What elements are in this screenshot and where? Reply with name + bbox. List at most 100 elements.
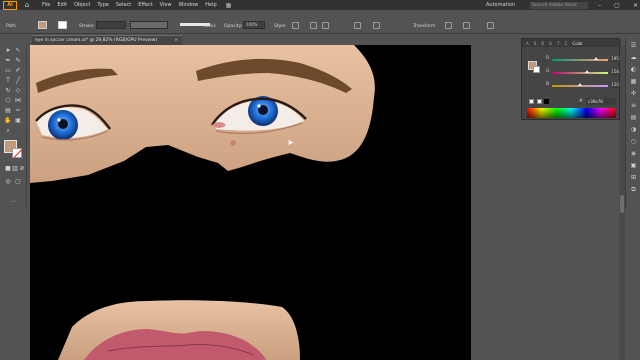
close-tab-icon[interactable]: × xyxy=(174,36,178,45)
tab-appearance[interactable]: A xyxy=(526,41,529,46)
hand-tool-icon[interactable]: ✋ xyxy=(4,117,12,125)
menu-window[interactable]: Window xyxy=(179,2,199,8)
gradient-tool-icon[interactable]: ▤ xyxy=(4,107,12,115)
pen-tool-icon[interactable]: ✒ xyxy=(4,57,12,65)
blue-value-field[interactable]: 120 xyxy=(610,82,620,88)
recolor-icon[interactable] xyxy=(310,22,317,29)
draw-normal-icon[interactable]: ◎ xyxy=(4,178,12,186)
align-icon[interactable] xyxy=(322,22,329,29)
brush-tool-icon[interactable]: ✐ xyxy=(14,67,22,75)
selection-type-label: Path xyxy=(6,24,16,29)
illustrator-logo: Ai xyxy=(3,0,17,10)
swatches-icon[interactable]: ▦ xyxy=(629,78,638,86)
isolate-icon[interactable] xyxy=(445,22,452,29)
close-icon[interactable]: ✕ xyxy=(633,2,638,9)
home-icon[interactable]: ⌂ xyxy=(22,1,32,9)
gradient-panel-icon[interactable]: ▤ xyxy=(629,114,638,122)
stroke-swatch[interactable] xyxy=(58,21,67,29)
menu-edit[interactable]: Edit xyxy=(57,2,67,8)
eyedropper-tool-icon[interactable]: ✑ xyxy=(14,107,22,115)
document-tab[interactable]: eye in soccer cream.ai* @ 29,82% (RGB/GP… xyxy=(32,35,182,45)
brushes-icon[interactable]: ✣ xyxy=(629,90,638,98)
main-menu: File Edit Object Type Select Effect View… xyxy=(42,2,224,8)
transparency-icon[interactable]: ◑ xyxy=(629,126,638,134)
minimize-icon[interactable]: – xyxy=(598,2,601,9)
red-channel-label: R xyxy=(546,56,550,61)
variable-width-field[interactable] xyxy=(130,21,168,29)
workspace-switcher[interactable]: Automation xyxy=(486,0,515,10)
style-label: Style: xyxy=(274,24,287,29)
red-slider-knob[interactable] xyxy=(594,57,598,60)
rectangle-tool-icon[interactable]: ▭ xyxy=(4,67,12,75)
align-panel-icon[interactable]: ⊞ xyxy=(629,174,638,182)
none-swatch[interactable] xyxy=(529,99,534,104)
menu-help[interactable]: Help xyxy=(205,2,216,8)
selection-tool-icon[interactable]: ➤ xyxy=(4,47,12,55)
search-input[interactable]: Search Adobe Stock xyxy=(530,2,588,9)
graphic-style-icon[interactable] xyxy=(292,22,299,29)
color-icon[interactable]: ◐ xyxy=(629,66,638,74)
menu-file[interactable]: File xyxy=(42,2,50,8)
tab-graphic-styles[interactable]: G xyxy=(549,41,552,46)
panel-stroke-swatch[interactable] xyxy=(533,66,540,73)
tab-brushes[interactable]: B xyxy=(541,41,544,46)
white-swatch[interactable] xyxy=(537,99,542,104)
black-swatch[interactable] xyxy=(544,99,549,104)
tab-color[interactable]: Color xyxy=(572,41,582,46)
stroke-weight-field[interactable] xyxy=(96,21,126,29)
fill-swatch[interactable] xyxy=(38,21,47,29)
opacity-field[interactable]: 100% xyxy=(243,21,265,29)
green-slider[interactable] xyxy=(552,70,608,74)
menu-object[interactable]: Object xyxy=(74,2,90,8)
stroke-panel-icon[interactable]: ≡ xyxy=(629,102,638,110)
appearance-icon[interactable]: ○ xyxy=(629,138,638,146)
artboards-icon[interactable]: ▣ xyxy=(629,162,638,170)
none-mode-icon[interactable]: ⊘ xyxy=(18,165,26,173)
pencil-tool-icon[interactable]: ✎ xyxy=(14,57,22,65)
artboard-tool-icon[interactable]: ▣ xyxy=(14,117,22,125)
panel-menu-icon[interactable] xyxy=(487,22,494,29)
transform-button[interactable]: Transform xyxy=(413,24,435,29)
screen-mode-icon[interactable]: ▢ xyxy=(14,178,22,186)
pointer-cursor-icon: ➤ xyxy=(287,138,294,147)
scrollbar-thumb[interactable] xyxy=(620,195,624,213)
color-spectrum[interactable] xyxy=(527,108,616,118)
layers-icon[interactable]: ◈ xyxy=(629,150,638,158)
distribute-icon[interactable] xyxy=(373,22,380,29)
green-value-field[interactable]: 154 xyxy=(610,69,620,75)
shape-builder-tool-icon[interactable]: ⬡ xyxy=(4,97,12,105)
direct-selection-tool-icon[interactable]: ↖ xyxy=(14,47,22,55)
opacity-label: Opacity: xyxy=(224,24,243,29)
green-channel-label: G xyxy=(546,69,550,74)
more-tools-icon[interactable]: ⋯ xyxy=(9,198,17,206)
shape-icon[interactable] xyxy=(354,22,361,29)
blue-slider[interactable] xyxy=(552,83,608,87)
zoom-tool-icon[interactable]: ⌕ xyxy=(4,127,12,135)
arrange-documents-icon[interactable]: ▦ xyxy=(226,2,232,9)
menu-view[interactable]: View xyxy=(160,2,172,8)
tab-swatches[interactable]: S xyxy=(534,41,537,46)
libraries-icon[interactable]: ☁ xyxy=(629,54,638,62)
menu-select[interactable]: Select xyxy=(116,2,131,8)
blue-slider-knob[interactable] xyxy=(578,83,582,86)
eraser-tool-icon[interactable]: ◇ xyxy=(14,87,22,95)
line-tool-icon[interactable]: ╱ xyxy=(14,77,22,85)
green-slider-knob[interactable] xyxy=(585,70,589,73)
tab-color-guide[interactable]: C xyxy=(565,41,568,46)
arrange-icon[interactable] xyxy=(463,22,470,29)
tab-transparency[interactable]: T xyxy=(557,41,559,46)
maximize-icon[interactable]: ▢ xyxy=(614,2,620,9)
pathfinder-icon[interactable]: ⧉ xyxy=(629,186,638,194)
document-title: eye in soccer cream.ai* @ 29,82% (RGB/GP… xyxy=(35,38,158,43)
red-value-field[interactable]: 195 xyxy=(610,56,620,62)
rotate-tool-icon[interactable]: ↻ xyxy=(4,87,12,95)
stroke-style-label[interactable]: Basic xyxy=(204,24,216,29)
hex-value-field[interactable]: c39a78 xyxy=(586,98,616,105)
stroke-color-box[interactable] xyxy=(12,148,22,158)
properties-icon[interactable]: ☰ xyxy=(629,42,638,50)
type-tool-icon[interactable]: T xyxy=(4,77,12,85)
red-slider[interactable] xyxy=(552,57,608,61)
menu-effect[interactable]: Effect xyxy=(138,2,152,8)
menu-type[interactable]: Type xyxy=(97,2,108,8)
width-tool-icon[interactable]: ⋈ xyxy=(14,97,22,105)
